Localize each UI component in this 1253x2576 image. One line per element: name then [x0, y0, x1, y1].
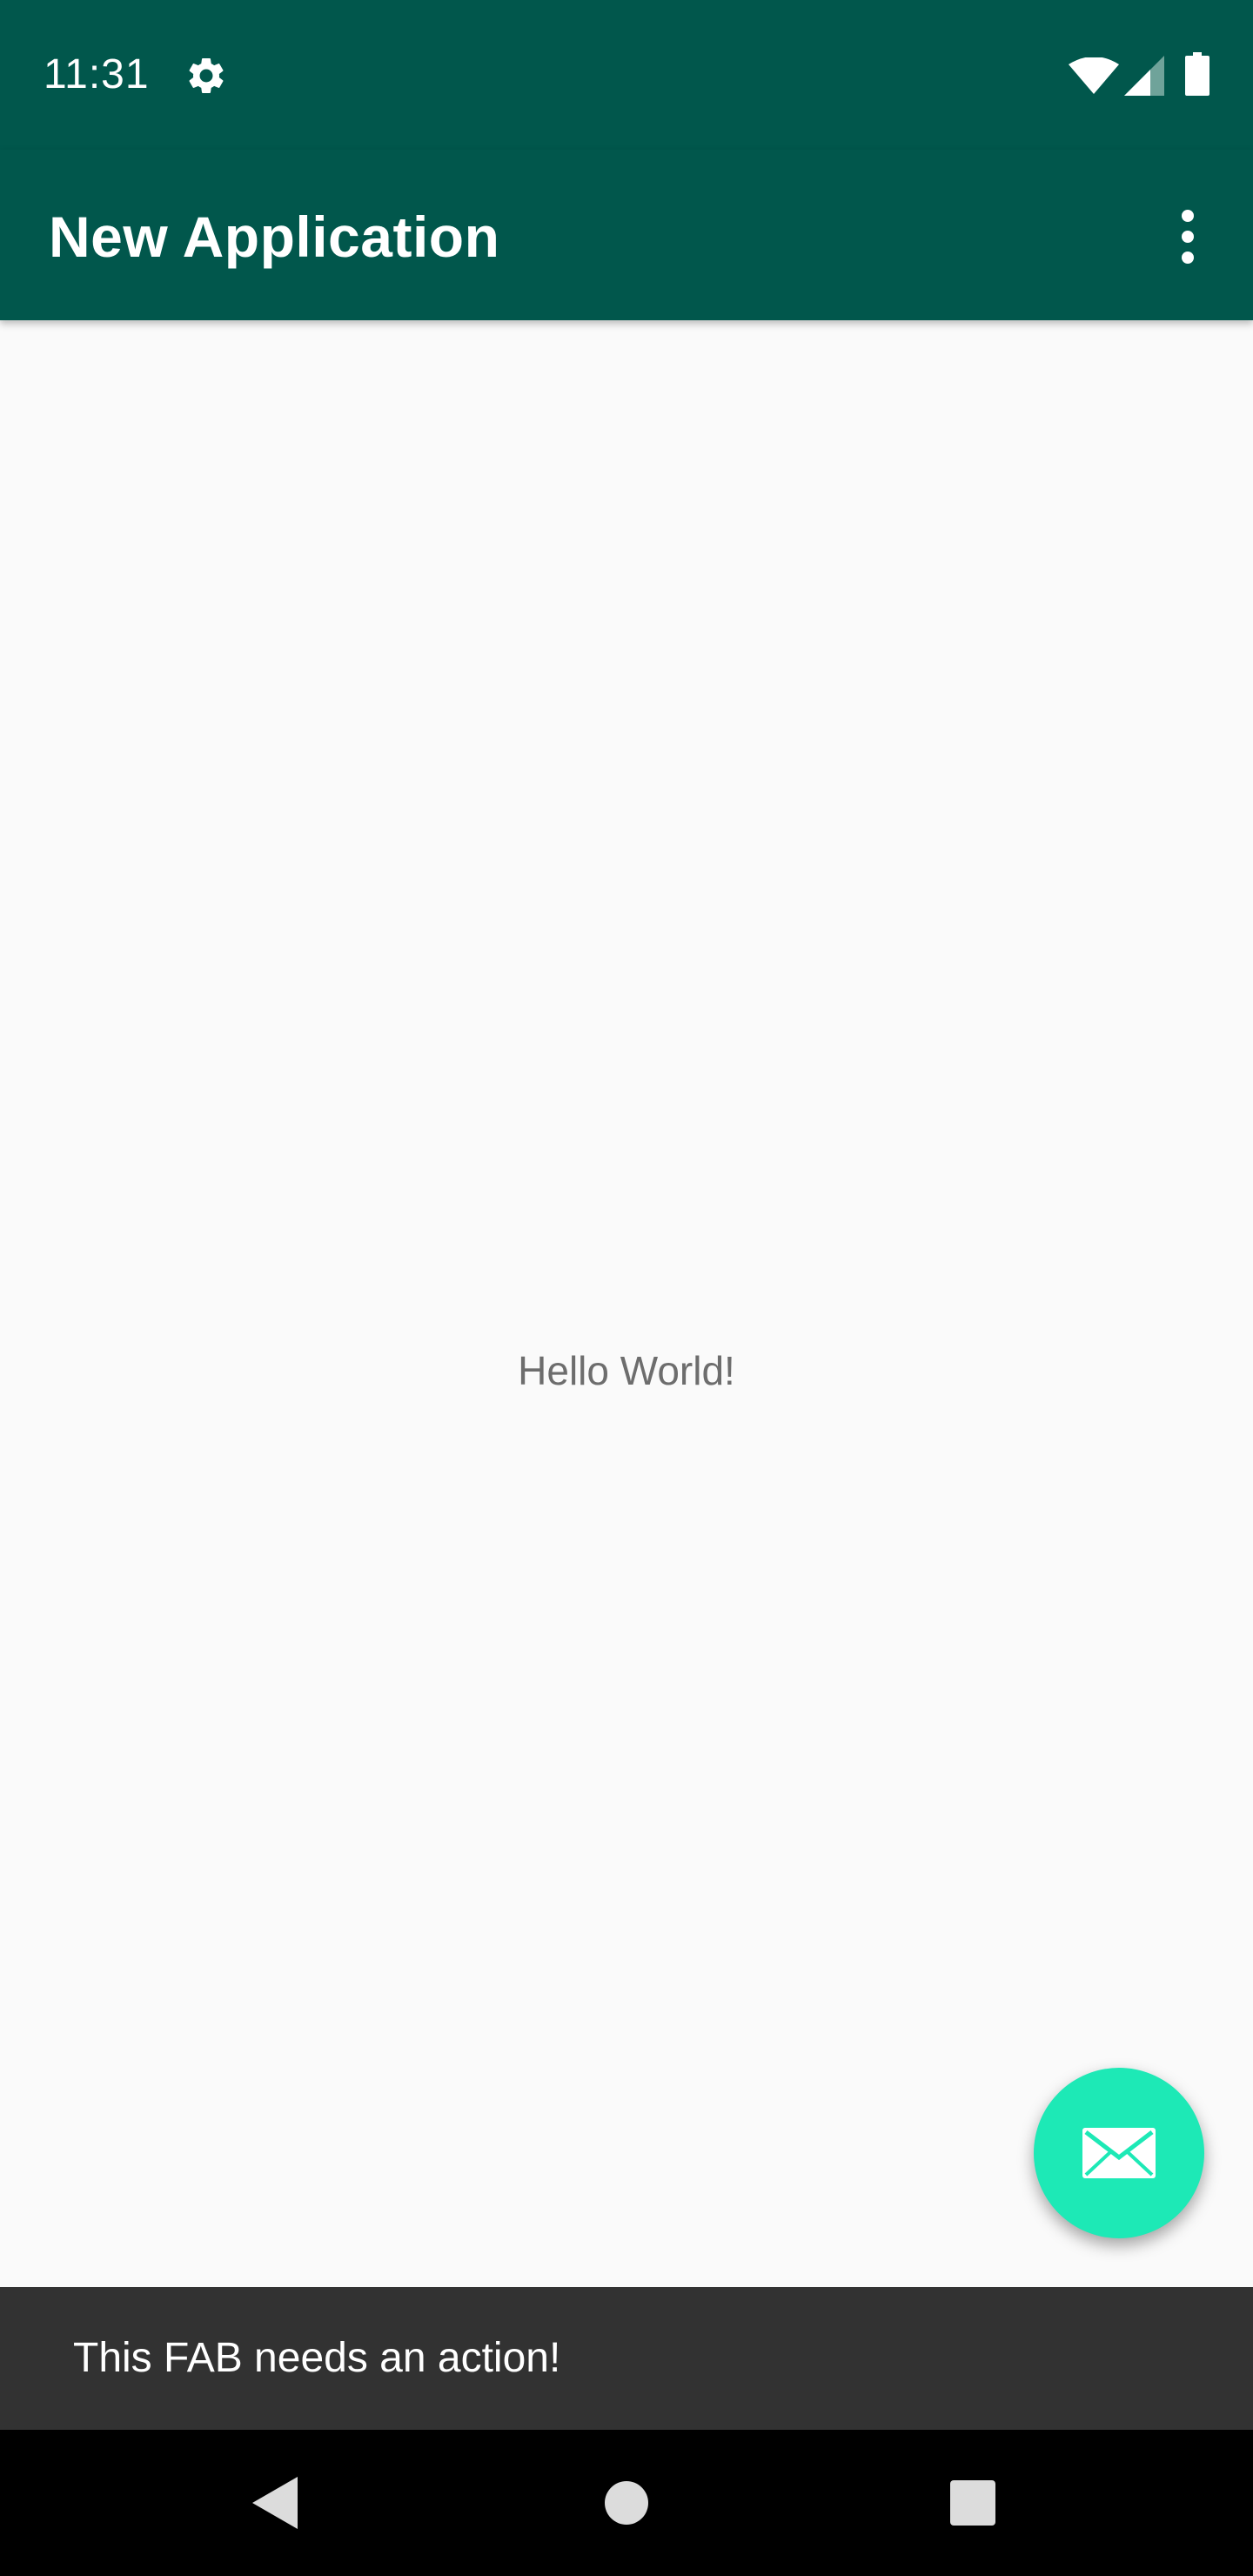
status-bar: 11:31 [0, 0, 1253, 150]
app-title: New Application [49, 205, 500, 269]
recents-icon[interactable] [950, 2480, 995, 2526]
status-time: 11:31 [44, 51, 150, 97]
snackbar: This FAB needs an action! [0, 2287, 1253, 2430]
wifi-icon [1069, 57, 1119, 94]
home-icon[interactable] [604, 2480, 649, 2526]
email-icon [1082, 2128, 1156, 2178]
screen: 11:31 New Application Hello World! This … [0, 0, 1253, 2576]
hello-text: Hello World! [518, 1348, 735, 1393]
overflow-menu-button[interactable] [1149, 193, 1227, 280]
snackbar-message: This FAB needs an action! [73, 2335, 561, 2381]
email-fab[interactable] [1034, 2068, 1204, 2238]
gear-icon [189, 57, 224, 93]
cell-signal-icon [1124, 56, 1164, 96]
battery-icon [1185, 52, 1209, 96]
main-content: Hello World! [0, 320, 1253, 2287]
back-icon[interactable] [252, 2477, 298, 2529]
app-bar: New Application [0, 150, 1253, 320]
navigation-bar [0, 2430, 1253, 2576]
more-vert-icon [1182, 210, 1194, 264]
